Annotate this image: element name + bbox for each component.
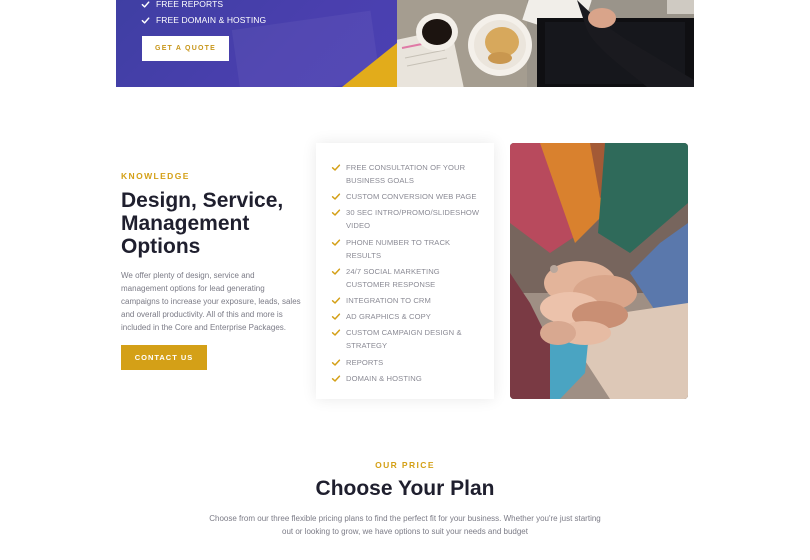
check-icon [331,358,341,366]
feature-item: INTEGRATION TO CRM [331,294,481,307]
hero-feature-label: FREE DOMAIN & HOSTING [156,15,267,25]
check-icon [331,239,341,246]
workspace-photo [397,0,694,87]
check-icon [141,16,150,24]
check-icon [331,297,341,304]
feature-item: REPORTS [331,356,481,369]
pricing-eyebrow: OUR PRICE [375,460,435,470]
knowledge-eyebrow: KNOWLEDGE [121,171,190,181]
feature-item: FREE CONSULTATION OF YOUR BUSINESS GOALS [331,161,481,187]
feature-label: 30 SEC INTRO/PROMO/SLIDESHOW VIDEO [346,208,480,231]
knowledge-title: Design, Service, Management Options [121,189,284,258]
hero-panel: FREE REPORTS FREE DOMAIN & HOSTING GET A… [116,0,397,87]
feature-label: CUSTOM CONVERSION WEB PAGE [346,192,477,202]
check-icon [331,268,341,275]
check-icon [331,375,341,382]
feature-label: FREE CONSULTATION OF YOUR BUSINESS GOALS [346,163,466,185]
hero-banner: FREE REPORTS FREE DOMAIN & HOSTING GET A… [116,0,694,87]
feature-label: AD GRAPHICS & COPY [346,312,431,322]
hero-feature-list: FREE REPORTS FREE DOMAIN & HOSTING [141,0,266,28]
hero-feature-item: FREE REPORTS [141,0,266,12]
check-icon [331,313,341,320]
check-icon [331,209,341,217]
feature-label: REPORTS [346,357,384,367]
accent-triangle [342,43,397,87]
feature-label: INTEGRATION TO CRM [346,295,431,305]
features-list: FREE CONSULTATION OF YOUR BUSINESS GOALS… [331,161,481,388]
feature-item: CUSTOM CONVERSION WEB PAGE [331,190,481,203]
feature-item: 24/7 SOCIAL MARKETING CUSTOMER RESPONSE [331,265,481,291]
feature-item: PHONE NUMBER TO TRACK RESULTS [331,236,481,262]
feature-label: PHONE NUMBER TO TRACK RESULTS [346,237,451,260]
feature-item: AD GRAPHICS & COPY [331,310,481,323]
check-icon [331,193,341,200]
contact-us-button[interactable]: CONTACT US [121,345,207,370]
features-card: FREE CONSULTATION OF YOUR BUSINESS GOALS… [316,143,494,399]
feature-item: DOMAIN & HOSTING [331,372,481,385]
feature-label: CUSTOM CAMPAIGN DESIGN & STRATEGY [346,328,462,351]
pricing-description: Choose from our three flexible pricing p… [209,514,601,536]
check-icon [141,0,150,8]
hero-feature-label: FREE REPORTS [156,0,224,9]
feature-item: 30 SEC INTRO/PROMO/SLIDESHOW VIDEO [331,206,481,232]
team-hands-illustration [510,143,688,399]
knowledge-description: We offer plenty of design, service and m… [121,271,301,332]
pricing-title: Choose Your Plan [315,477,495,500]
get-a-quote-button[interactable]: GET A QUOTE [142,36,229,61]
feature-item: CUSTOM CAMPAIGN DESIGN & STRATEGY [331,326,481,352]
workspace-photo-illustration [397,0,694,87]
check-icon [331,164,341,171]
check-icon [331,329,341,337]
hero-feature-item: FREE DOMAIN & HOSTING [141,12,266,28]
team-hands-photo [510,143,688,399]
feature-label: 24/7 SOCIAL MARKETING CUSTOMER RESPONSE [346,266,440,289]
feature-label: DOMAIN & HOSTING [346,373,422,383]
